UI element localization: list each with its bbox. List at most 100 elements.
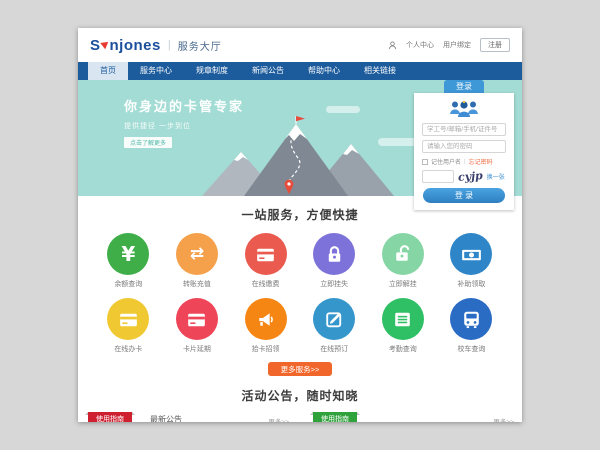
bus-icon [459,307,484,332]
portal-name: 服务大厅 [178,38,222,53]
service-label: 转账充值 [163,279,232,289]
password-input[interactable] [422,140,506,153]
username-input[interactable] [422,123,506,136]
service-item-attendance-inquiry[interactable]: 考勤查询 [369,298,438,354]
service-circle: ⇄ [176,233,218,275]
latest-announcements-tab[interactable]: 最新公告 [150,412,182,422]
service-item-unfreeze-card[interactable]: 立即解挂 [369,233,438,289]
captcha-row: cyjp 换一张 [422,170,506,183]
service-item-subsidy-collection[interactable]: 补助领取 [437,233,506,289]
nav-item-service-center[interactable]: 服务中心 [128,62,184,80]
person-icon [388,41,397,50]
service-circle [382,298,424,340]
service-circle [245,233,287,275]
service-circle [313,233,355,275]
service-circle [450,233,492,275]
lock-icon [322,242,347,267]
service-label: 立即挂失 [300,279,369,289]
megaphone-icon [253,307,278,332]
remember-checkbox[interactable] [422,159,428,165]
logo-text: Snjones [90,37,161,54]
portal-page: Snjones | 服务大厅 个人中心 用户绑定 注册 首页服务中心规章制度新闻… [78,28,522,422]
guide-ribbon-tab[interactable]: 使用指南 [313,412,357,422]
services-grid: ¥ 余额查询 ⇄ 转账充值在线缴费立即挂失立即解挂补助领取在线办卡卡片延期拾卡招领在线… [78,223,522,354]
login-submit-button[interactable]: 登 录 [423,188,505,203]
service-label: 校车查询 [437,344,506,354]
announcements-left-column: 使用指南 最新公告 更多>> [84,412,291,422]
service-item-card-extension[interactable]: 卡片延期 [163,298,232,354]
service-circle: ¥ [107,233,149,275]
service-label: 卡片延期 [163,344,232,354]
service-item-online-booking[interactable]: 在线预订 [300,298,369,354]
remember-row: 记住用户名 | 忘记密码 [422,157,506,166]
logo-part1: S [90,37,101,54]
service-item-online-payment[interactable]: 在线缴费 [231,233,300,289]
logo: Snjones | 服务大厅 [90,37,222,54]
yen-icon: ¥ [121,242,135,266]
service-item-online-card-application[interactable]: 在线办卡 [94,298,163,354]
more-services-button[interactable]: 更多服务>> [268,362,332,376]
checklist-icon [390,307,415,332]
captcha-refresh-link[interactable]: 换一张 [487,172,505,181]
logo-separator: | [168,39,171,51]
service-circle [176,298,218,340]
captcha-image[interactable]: cyjp [458,169,484,184]
login-panel: 登录 记住用户名 | 忘记密码 [414,80,514,210]
user-binding-link[interactable]: 用户绑定 [443,40,471,50]
hero-headline: 你身边的卡管专家 [124,96,244,115]
announcements-right-column: 使用指南 更多>> [309,412,516,422]
hero-text: 你身边的卡管专家 提供捷径 一步到位 点击了解更多 [124,96,244,150]
nav-item-home[interactable]: 首页 [88,62,128,80]
header: Snjones | 服务大厅 个人中心 用户绑定 注册 [78,28,522,62]
service-item-lost-card-claim[interactable]: 拾卡招领 [231,298,300,354]
register-button[interactable]: 注册 [480,38,510,52]
cloud-decoration [326,106,360,113]
service-label: 在线办卡 [94,344,163,354]
hero-cta-button[interactable]: 点击了解更多 [124,137,172,148]
service-label: 在线缴费 [231,279,300,289]
bank-card-icon [116,307,141,332]
bank-card-icon [184,307,209,332]
nav-item-help-center[interactable]: 帮助中心 [296,62,352,80]
logo-part2: njones [110,37,161,54]
service-label: 补助领取 [437,279,506,289]
nav-item-news-announcements[interactable]: 新闻公告 [240,62,296,80]
service-item-transfer-recharge[interactable]: ⇄ 转账充值 [163,233,232,289]
service-label: 余额查询 [94,279,163,289]
bank-card-icon [253,242,278,267]
banknote-icon [459,242,484,267]
service-label: 考勤查询 [369,344,438,354]
service-circle [382,233,424,275]
announcements-tabs: 使用指南 最新公告 更多>> 使用指南 更多>> [78,412,522,422]
unlock-icon [390,242,415,267]
transfer-arrows-icon: ⇄ [190,244,204,264]
captcha-input[interactable] [422,170,454,183]
service-label: 拾卡招领 [231,344,300,354]
main-nav: 首页服务中心规章制度新闻公告帮助中心相关链接 [78,62,522,80]
service-circle [245,298,287,340]
edit-icon [322,307,347,332]
service-label: 在线预订 [300,344,369,354]
hero-subline: 提供捷径 一步到位 [124,121,244,131]
more-link[interactable]: 更多>> [268,416,289,422]
announcements-heading: 活动公告，随时知晓 [78,387,522,404]
nav-item-rules-regulations[interactable]: 规章制度 [184,62,240,80]
users-group-icon [447,98,481,119]
service-circle [107,298,149,340]
service-item-balance-inquiry[interactable]: ¥ 余额查询 [94,233,163,289]
personal-center-link[interactable]: 个人中心 [406,40,434,50]
guide-ribbon-tab[interactable]: 使用指南 [88,412,132,422]
service-item-school-bus-inquiry[interactable]: 校车查询 [437,298,506,354]
more-link[interactable]: 更多>> [493,416,514,422]
nav-item-related-links[interactable]: 相关链接 [352,62,408,80]
user-menu: 个人中心 用户绑定 注册 [388,38,510,52]
separator: | [464,159,466,165]
service-circle [450,298,492,340]
remember-label: 记住用户名 [431,157,461,166]
login-form: 记住用户名 | 忘记密码 cyjp 换一张 登 录 [414,93,514,210]
login-tab[interactable]: 登录 [444,80,484,93]
service-item-report-loss[interactable]: 立即挂失 [300,233,369,289]
service-label: 立即解挂 [369,279,438,289]
forgot-password-link[interactable]: 忘记密码 [469,157,493,166]
hero-banner: 你身边的卡管专家 提供捷径 一步到位 点击了解更多 登录 [78,80,522,196]
